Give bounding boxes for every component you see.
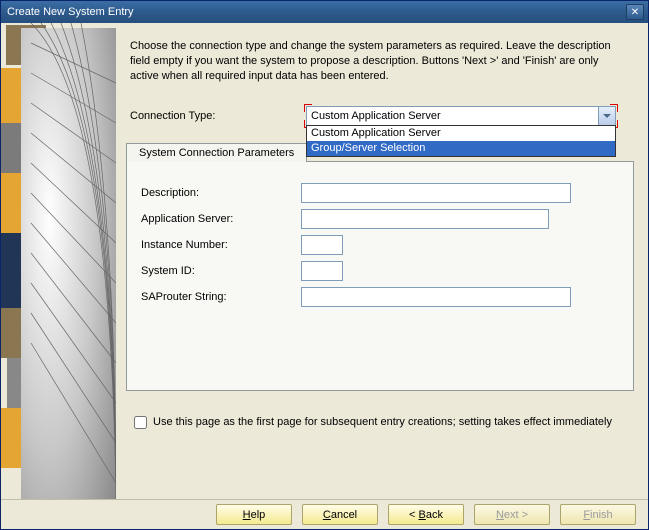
dropdown-option-custom-application-server[interactable]: Custom Application Server: [307, 126, 615, 141]
back-button-rest: ack: [426, 509, 443, 521]
description-input[interactable]: [301, 183, 571, 203]
application-server-label: Application Server:: [141, 213, 301, 225]
instance-number-label: Instance Number:: [141, 239, 301, 251]
tab-system-connection-parameters[interactable]: System Connection Parameters: [126, 143, 307, 162]
description-label: Description:: [141, 187, 301, 199]
system-connection-parameters-groupbox: Description: Application Server: Instanc…: [126, 161, 634, 391]
saprouter-string-input[interactable]: [301, 287, 571, 307]
help-button[interactable]: Help: [216, 504, 292, 525]
content-area: Choose the connection type and change th…: [1, 23, 648, 501]
finish-button-rest: inish: [590, 509, 613, 521]
button-bar: Help Cancel < Back Next > Finish: [1, 499, 648, 529]
titlebar: Create New System Entry ✕: [1, 1, 648, 23]
saprouter-string-label: SAProuter String:: [141, 291, 301, 303]
back-button[interactable]: < Back: [388, 504, 464, 525]
cancel-button-rest: ancel: [331, 509, 357, 521]
dropdown-option-group-server-selection[interactable]: Group/Server Selection: [307, 141, 615, 156]
connection-type-select-wrap: Custom Application Server Custom Applica…: [306, 106, 616, 126]
tab-area: System Connection Parameters Description…: [126, 142, 634, 391]
main-panel: Choose the connection type and change th…: [116, 23, 648, 501]
next-button: Next >: [474, 504, 550, 525]
cancel-button[interactable]: Cancel: [302, 504, 378, 525]
first-page-checkbox-label: Use this page as the first page for subs…: [153, 416, 612, 428]
first-page-checkbox[interactable]: [134, 416, 147, 429]
system-id-label: System ID:: [141, 265, 301, 277]
window-title: Create New System Entry: [7, 6, 134, 18]
wizard-side-image: [1, 23, 116, 501]
next-button-rest: ext >: [504, 509, 528, 521]
instruction-text: Choose the connection type and change th…: [126, 33, 634, 104]
close-button[interactable]: ✕: [626, 4, 644, 20]
system-id-input[interactable]: [301, 261, 343, 281]
dropdown-arrow-button[interactable]: [598, 107, 615, 125]
instance-number-input[interactable]: [301, 235, 343, 255]
first-page-checkbox-row: Use this page as the first page for subs…: [126, 413, 634, 432]
connection-type-selected-value: Custom Application Server: [311, 110, 441, 122]
chevron-down-icon: [603, 114, 611, 118]
wizard-window: Create New System Entry ✕: [0, 0, 649, 530]
finish-button: Finish: [560, 504, 636, 525]
connection-type-row: Connection Type: Custom Application Serv…: [126, 104, 634, 132]
close-icon: ✕: [631, 7, 639, 18]
help-button-rest: elp: [251, 509, 266, 521]
connection-type-label: Connection Type:: [130, 110, 306, 122]
connection-type-dropdown-list: Custom Application Server Group/Server S…: [306, 125, 616, 157]
application-server-input[interactable]: [301, 209, 549, 229]
connection-type-select[interactable]: Custom Application Server: [306, 106, 616, 126]
